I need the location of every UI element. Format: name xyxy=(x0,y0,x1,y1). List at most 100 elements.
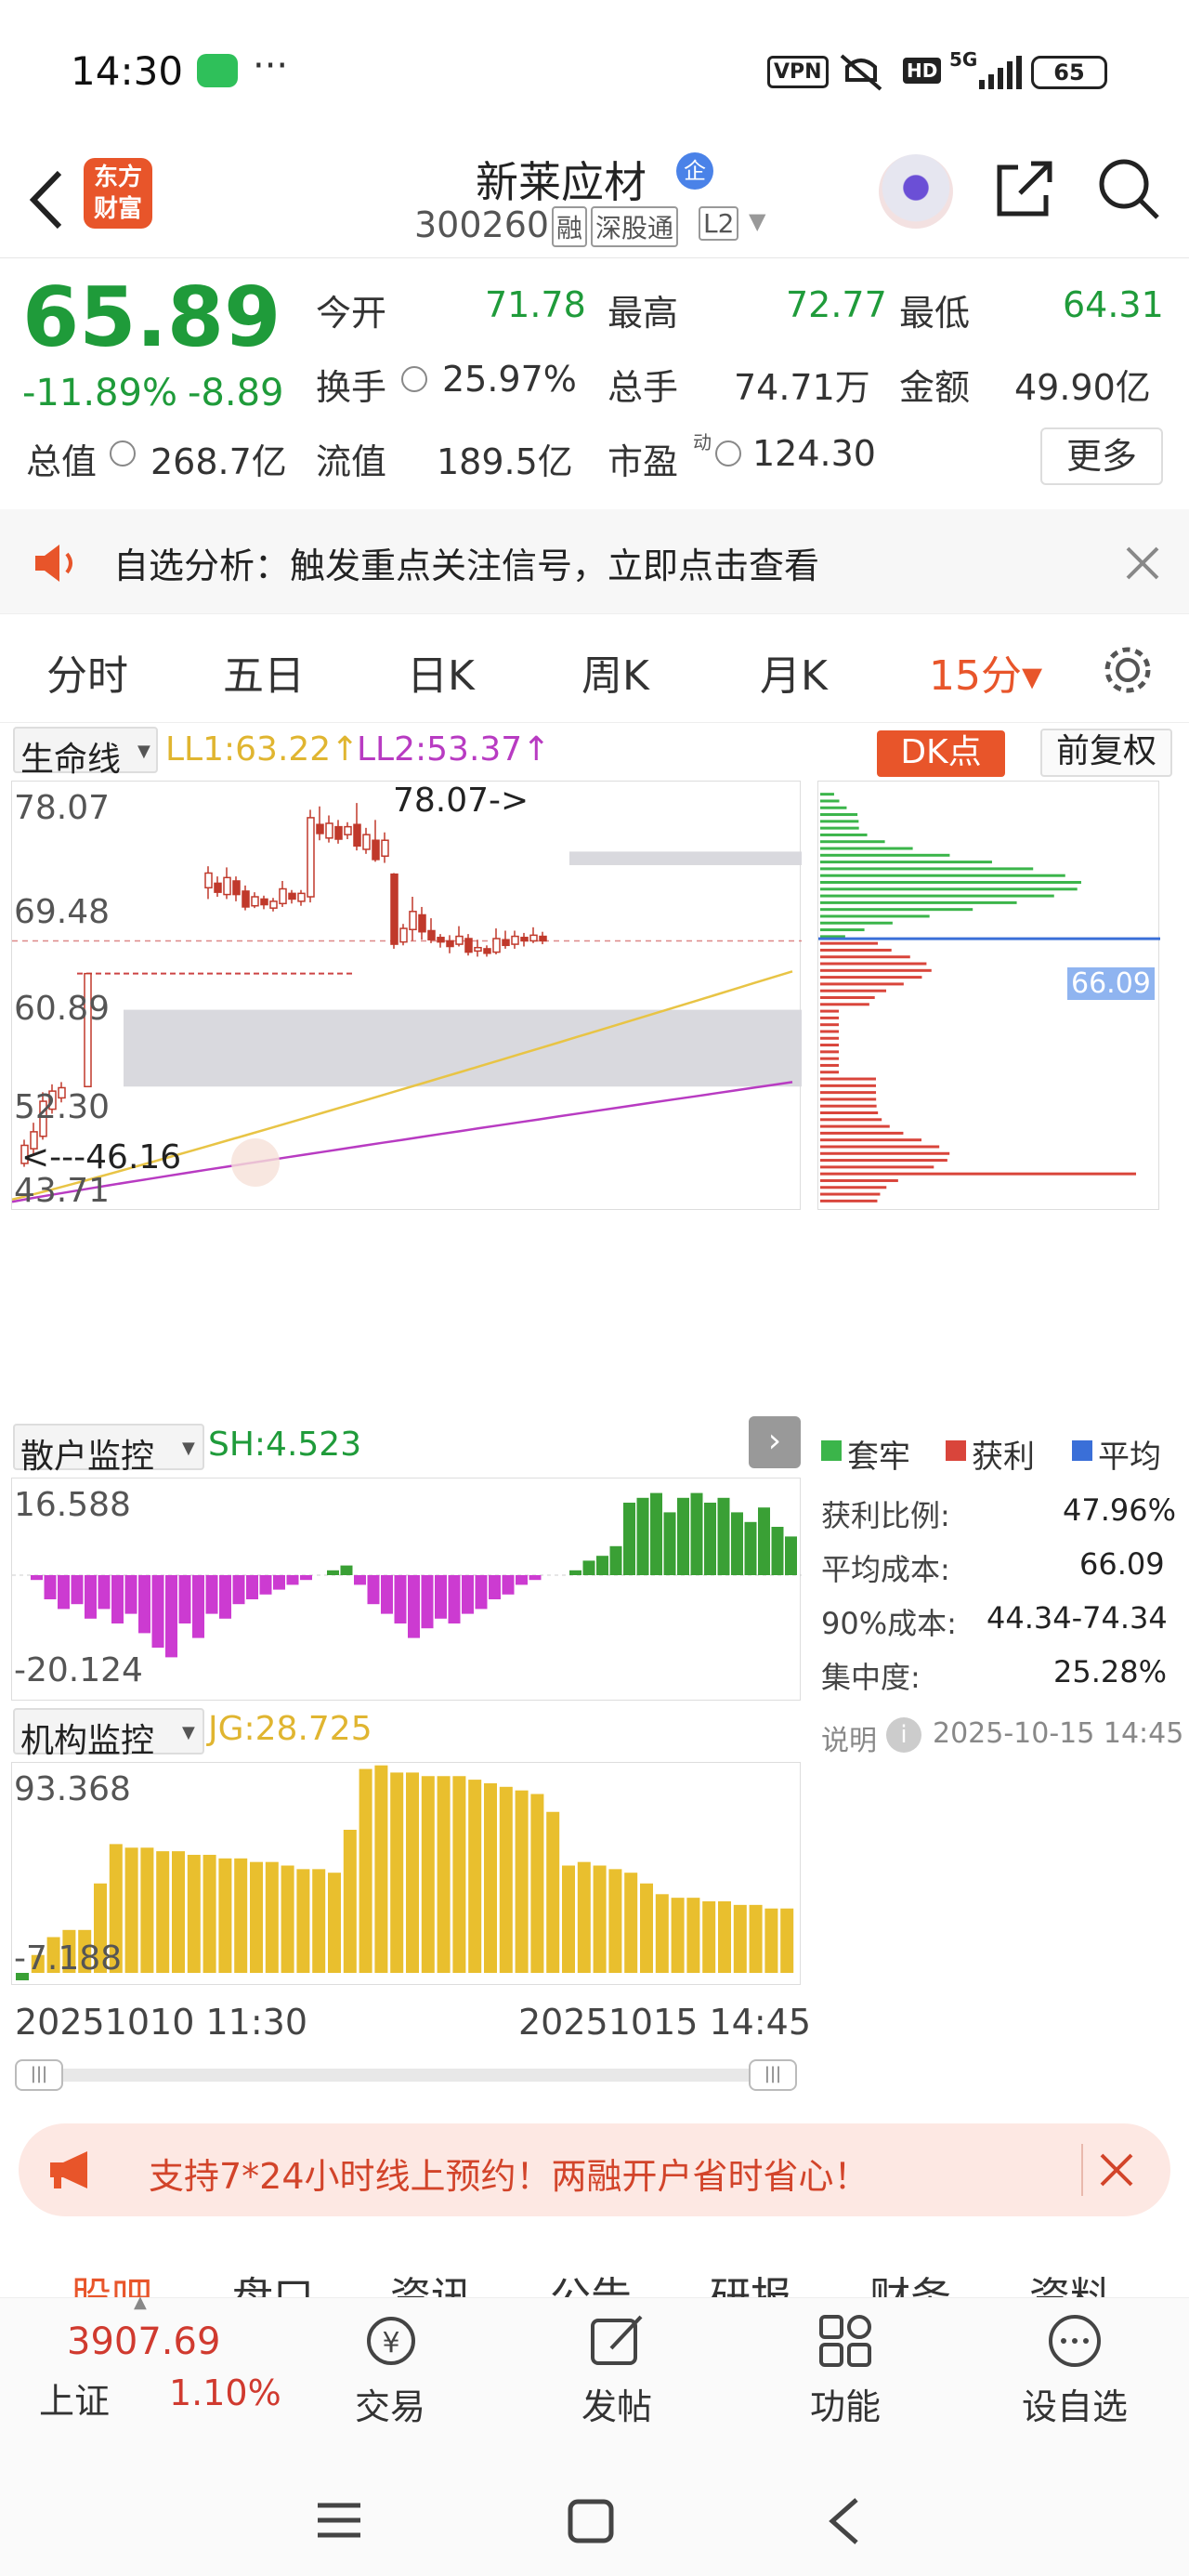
stat-value-open: 71.78 xyxy=(485,284,586,325)
status-bar: 14:30 ··· VPN HD 5G 65 xyxy=(0,0,1189,149)
chip-bar xyxy=(820,793,834,796)
tab-intraday[interactable]: 分时 xyxy=(46,642,128,702)
chip-bar xyxy=(820,1063,839,1067)
close-icon[interactable] xyxy=(1098,2151,1135,2188)
kline-panel[interactable]: 78.07 69.48 60.89 52.30 43.71 78.07-> <-… xyxy=(11,781,802,1210)
inst-bar xyxy=(296,1869,310,1973)
institution-selector[interactable]: 机构监控 ▼ xyxy=(13,1708,204,1760)
megaphone-icon xyxy=(50,2151,87,2188)
notice-bar[interactable]: 自选分析：触发重点关注信号，立即点击查看 xyxy=(0,509,1189,613)
tab-research[interactable]: 研报 xyxy=(710,2264,791,2297)
chip-bar xyxy=(820,1057,839,1060)
candle-body xyxy=(344,825,352,835)
chip-distribution[interactable]: 66.09 xyxy=(817,781,1160,1210)
retail-selector[interactable]: 散户监控 ▼ xyxy=(13,1424,204,1476)
candle-body xyxy=(464,938,473,953)
inst-bar xyxy=(328,1873,341,1973)
inst-bar xyxy=(624,1873,638,1973)
back-nav-icon[interactable] xyxy=(825,2496,862,2546)
tab-15min[interactable]: 15分▾ xyxy=(929,642,1042,702)
trade-icon[interactable]: ¥ xyxy=(360,2311,422,2371)
retail-bar xyxy=(192,1575,204,1638)
tab-announcement[interactable]: 公告 xyxy=(550,2264,632,2297)
retail-bar xyxy=(785,1536,797,1575)
chip-legend: 套牢 获利 平均 xyxy=(821,1429,1174,1476)
back-icon[interactable] xyxy=(22,167,69,232)
slider-handle-left[interactable]: ||| xyxy=(15,2059,63,2091)
candle-body xyxy=(381,839,389,857)
retail-bar xyxy=(219,1575,231,1619)
range-slider[interactable]: ||| ||| xyxy=(15,2059,797,2091)
info-icon[interactable] xyxy=(110,440,136,467)
legend-swatch xyxy=(821,1440,842,1461)
tab-profile[interactable]: 资料 xyxy=(1029,2264,1111,2297)
search-icon[interactable] xyxy=(1096,156,1161,221)
trade-label[interactable]: 交易 xyxy=(355,2378,425,2429)
retail-bar xyxy=(232,1575,245,1605)
info-icon[interactable] xyxy=(715,440,741,467)
tab-finance[interactable]: 财务 xyxy=(869,2264,951,2297)
promo-banner[interactable]: 支持7*24小时线上预约！两融开户省时省心！ xyxy=(19,2123,1170,2216)
retail-bar xyxy=(327,1570,339,1575)
chip-bar xyxy=(820,1009,839,1013)
chip-bar xyxy=(820,833,868,836)
expand-arrow-icon[interactable]: › xyxy=(749,1416,801,1468)
post-icon[interactable] xyxy=(587,2311,648,2371)
more-notifications-icon: ··· xyxy=(253,45,289,87)
indicator-name: 生命线 xyxy=(20,741,122,779)
menu-icon[interactable] xyxy=(316,2500,362,2541)
index-percent[interactable]: 1.10% xyxy=(169,2372,281,2413)
inst-bar xyxy=(749,1904,763,1973)
retail-bar xyxy=(165,1575,177,1658)
indicator-selector[interactable]: 生命线 ▼ xyxy=(13,727,158,779)
chip-bar xyxy=(820,1016,839,1019)
stat-label: 90%成本: xyxy=(821,1606,957,1641)
post-label[interactable]: 发帖 xyxy=(581,2378,652,2429)
tab-monthly-k[interactable]: 月K xyxy=(760,642,828,702)
add-watchlist-label[interactable]: 设自选 xyxy=(1022,2378,1128,2429)
dk-point-button[interactable]: DK点 xyxy=(877,730,1005,777)
add-watchlist-icon[interactable] xyxy=(1044,2311,1105,2371)
function-label[interactable]: 功能 xyxy=(810,2378,881,2429)
inst-bar xyxy=(546,1811,560,1973)
inst-bar xyxy=(374,1765,388,1973)
index-value[interactable]: 3907.69 xyxy=(67,2320,220,2363)
tab-news[interactable]: 资讯 xyxy=(390,2264,472,2297)
home-icon[interactable] xyxy=(567,2498,615,2544)
info-icon[interactable]: i xyxy=(886,1717,921,1753)
tab-weekly-k[interactable]: 周K xyxy=(581,642,649,702)
info-icon[interactable] xyxy=(401,366,427,392)
tab-five-day[interactable]: 五日 xyxy=(223,642,305,702)
index-name[interactable]: 上证 xyxy=(39,2372,110,2424)
network-type: 5G xyxy=(949,48,978,71)
close-icon[interactable] xyxy=(1124,545,1161,582)
retail-bar xyxy=(582,1560,595,1575)
retail-panel[interactable]: 16.588 -20.124 xyxy=(11,1478,802,1701)
tab-daily-k[interactable]: 日K xyxy=(407,642,475,702)
slider-handle-right[interactable]: ||| xyxy=(749,2059,797,2091)
high-marker: 78.07-> xyxy=(393,782,529,820)
chip-bar xyxy=(820,1071,839,1074)
retail-bar xyxy=(259,1575,272,1595)
candle-body xyxy=(251,896,259,907)
institution-panel[interactable]: 93.368 -7.188 xyxy=(11,1762,801,1985)
eastmoney-logo[interactable]: 东方 财富 xyxy=(84,158,152,229)
stock-name: 新莱应材 xyxy=(476,157,647,207)
chip-bar xyxy=(820,996,875,999)
chip-bar xyxy=(820,1030,839,1033)
retail-bar xyxy=(98,1575,111,1610)
more-button[interactable]: 更多 xyxy=(1040,427,1163,485)
share-icon[interactable] xyxy=(994,158,1055,219)
inst-bar xyxy=(312,1869,326,1973)
assistant-avatar[interactable] xyxy=(879,154,953,229)
retail-bar xyxy=(394,1575,407,1623)
chip-bar xyxy=(820,867,1034,871)
chevron-down-icon[interactable]: ▼ xyxy=(749,208,765,234)
gear-icon[interactable] xyxy=(1100,642,1156,698)
tab-pankou[interactable]: 盘口 xyxy=(232,2264,314,2297)
adjust-button[interactable]: 前复权 xyxy=(1040,729,1172,777)
inst-top: 93.368 xyxy=(14,1770,131,1808)
function-icon[interactable] xyxy=(816,2311,877,2371)
explain-link[interactable]: 说明 xyxy=(821,1717,877,1758)
retail-bar xyxy=(596,1556,608,1575)
